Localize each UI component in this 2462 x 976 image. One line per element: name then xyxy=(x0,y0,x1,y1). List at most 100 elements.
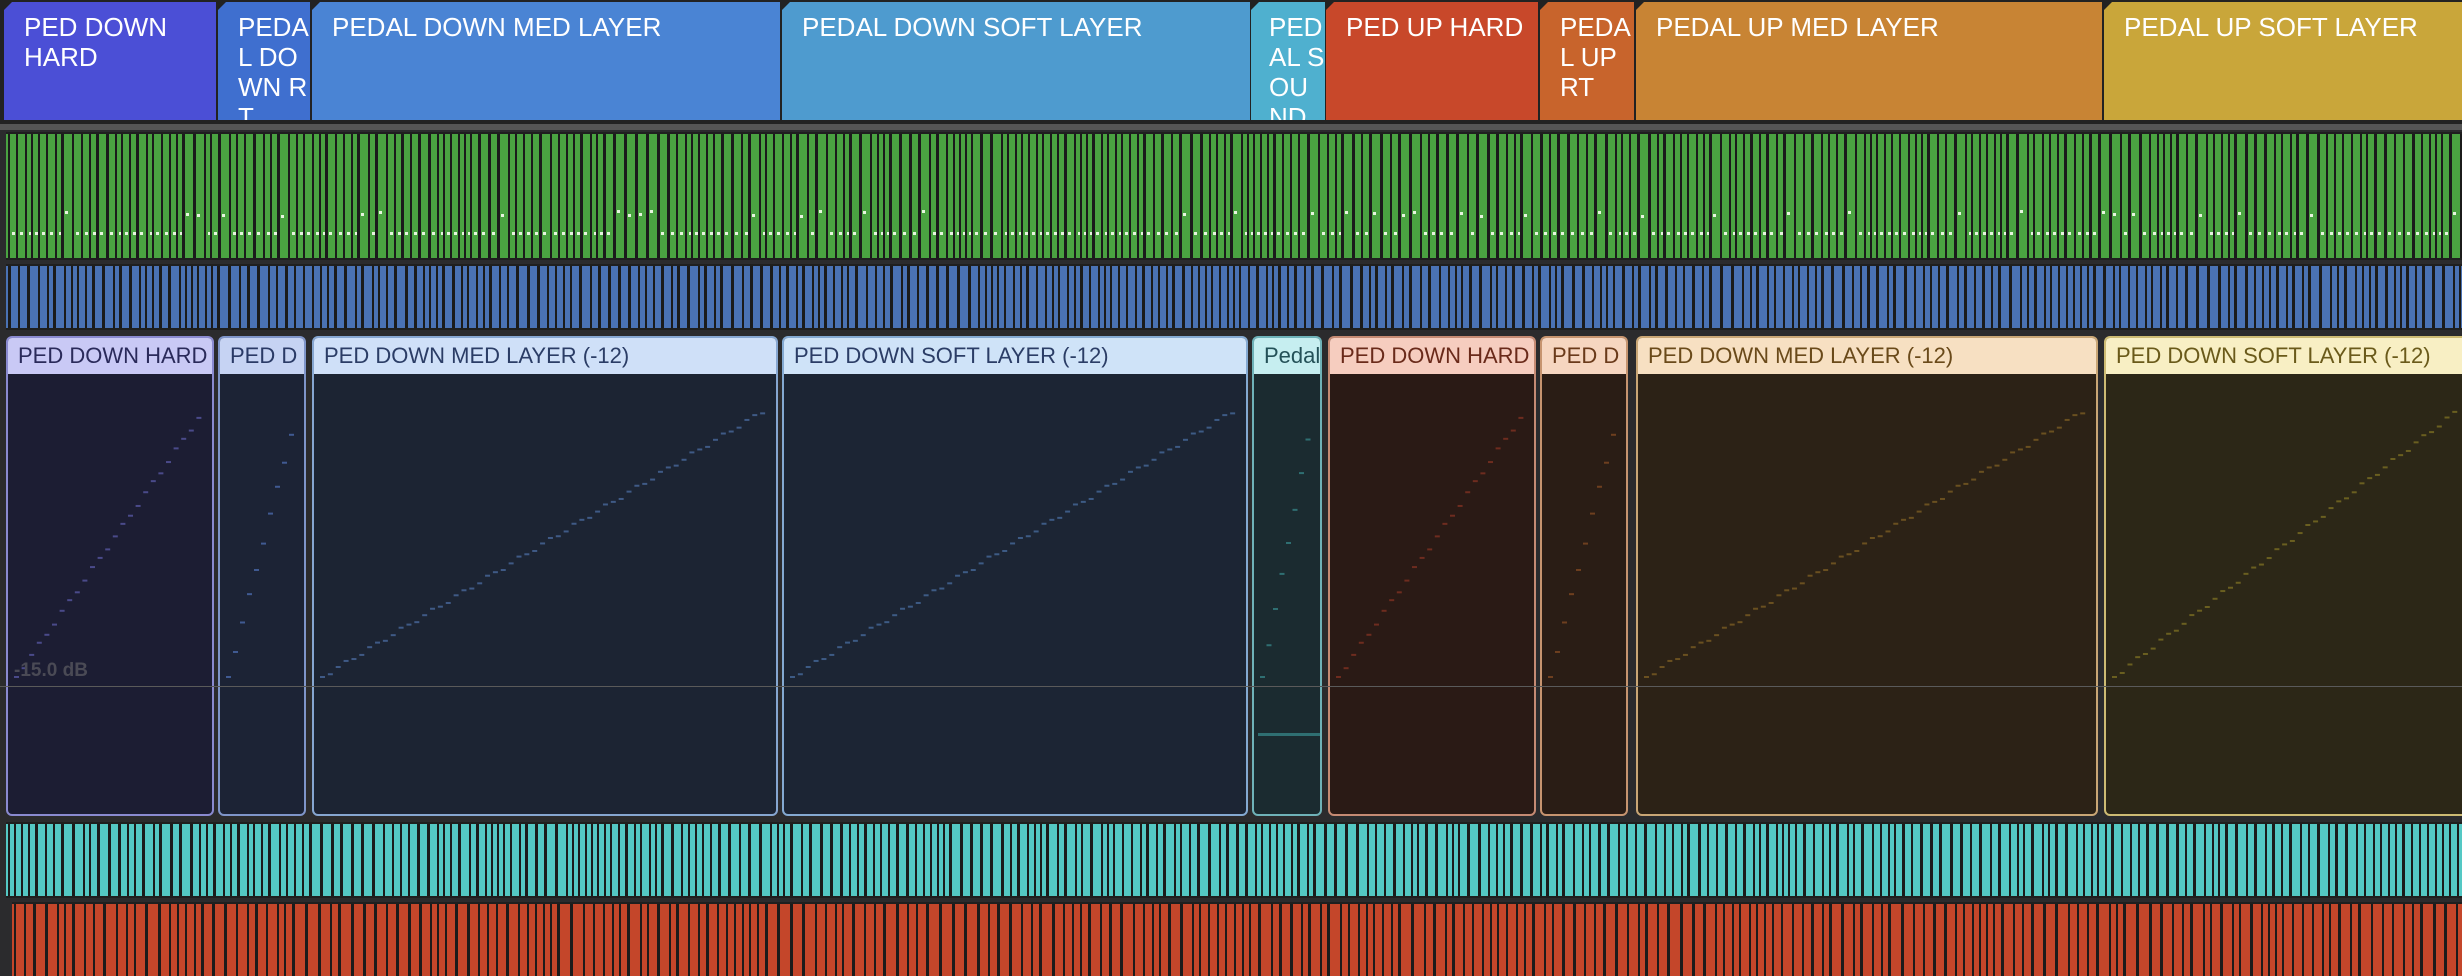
note-divider xyxy=(1260,134,1262,258)
note-divider xyxy=(1645,904,1648,976)
note-divider xyxy=(1582,266,1585,328)
audio-region-ped-down-med-layer-2[interactable]: PED DOWN MED LAYER (-12) xyxy=(1636,336,2098,816)
marker-pedal-up-rt[interactable]: PEDAL UP RT xyxy=(1540,2,1634,120)
note-divider xyxy=(268,824,271,896)
note-divider xyxy=(1171,134,1173,258)
waveform-sample xyxy=(602,503,608,506)
note-divider xyxy=(2232,904,2234,976)
note-divider xyxy=(2374,134,2377,258)
waveform-sample xyxy=(1924,503,1930,506)
note-divider xyxy=(244,134,246,258)
marker-ped-up-hard[interactable]: PED UP HARD xyxy=(1326,2,1538,120)
waveform-sample xyxy=(1222,414,1228,417)
waveform-sample xyxy=(1279,572,1285,575)
note-divider xyxy=(263,134,265,258)
note-divider xyxy=(1692,266,1695,328)
note-event xyxy=(2355,232,2358,235)
note-divider xyxy=(923,824,925,896)
midi-region-lane-red[interactable] xyxy=(12,902,2462,976)
note-divider xyxy=(1311,266,1314,328)
waveform-sample xyxy=(994,553,1000,556)
note-divider xyxy=(2239,904,2241,976)
note-divider xyxy=(949,824,952,896)
note-event xyxy=(2153,232,2156,235)
note-event xyxy=(100,232,103,235)
note-divider xyxy=(1402,266,1404,328)
waveform-sample xyxy=(1901,518,1907,521)
marker-pedal-up-soft-layer[interactable]: PEDAL UP SOFT LAYER xyxy=(2104,2,2462,120)
audio-region-ped-down-soft-layer[interactable]: PED DOWN SOFT LAYER (-12) xyxy=(782,336,1248,816)
note-divider xyxy=(2300,824,2302,896)
note-event xyxy=(639,213,642,216)
waveform-sample xyxy=(1266,644,1272,647)
audio-region-ped-down-soft-layer-2[interactable]: PED DOWN SOFT LAYER (-12) xyxy=(2104,336,2462,816)
note-divider xyxy=(126,904,128,976)
note-divider xyxy=(1864,134,1866,258)
waveform-sample xyxy=(884,621,890,624)
note-divider xyxy=(102,266,105,328)
note-divider xyxy=(205,266,207,328)
audio-region-ped-down-med-layer[interactable]: PED DOWN MED LAYER (-12) xyxy=(312,336,778,816)
audio-region-ped-d[interactable]: PED D xyxy=(218,336,306,816)
note-divider xyxy=(1657,904,1659,976)
note-divider xyxy=(1230,134,1233,258)
note-divider xyxy=(247,824,249,896)
midi-region-lane-blue[interactable] xyxy=(6,264,2462,330)
audio-region-ped-down-hard-2[interactable]: PED DOWN HARD xyxy=(1328,336,1536,816)
waveform-sample xyxy=(829,653,835,656)
note-divider xyxy=(959,134,961,258)
note-divider xyxy=(2246,824,2248,896)
note-divider xyxy=(1350,266,1353,328)
note-divider xyxy=(777,824,779,896)
audio-region-ped-down-hard[interactable]: PED DOWN HARD xyxy=(6,336,214,816)
note-divider xyxy=(2403,904,2405,976)
waveform-sample xyxy=(1698,641,1704,644)
note-divider xyxy=(1506,904,1508,976)
note-divider xyxy=(45,904,48,976)
audio-region-pedal[interactable]: Pedal xyxy=(1252,336,1322,816)
note-divider xyxy=(1986,904,1988,976)
note-divider xyxy=(442,266,445,328)
marker-ped-down-hard[interactable]: PED DOWN HARD xyxy=(4,2,216,120)
waveform-sample xyxy=(445,601,451,604)
marker-pedal-down-rt[interactable]: PEDAL DOWN RT xyxy=(218,2,310,120)
note-event xyxy=(2167,232,2170,235)
note-divider xyxy=(1702,266,1704,328)
note-divider xyxy=(1887,266,1889,328)
waveform-sample xyxy=(1419,556,1425,559)
note-divider xyxy=(646,134,649,258)
waveform-sample xyxy=(1080,500,1086,503)
note-divider xyxy=(1339,266,1342,328)
note-event xyxy=(1054,232,1057,235)
note-divider xyxy=(802,904,805,976)
marker-pedal-up-med-layer[interactable]: PEDAL UP MED LAYER xyxy=(1636,2,2102,120)
audio-region-ped-d-2[interactable]: PED D xyxy=(1540,336,1628,816)
midi-region-lane-cyan[interactable] xyxy=(6,822,2462,898)
note-divider xyxy=(1208,824,1211,896)
note-divider xyxy=(883,134,885,258)
note-divider xyxy=(191,266,193,328)
marker-pedal-sound[interactable]: PEDAL SOUND xyxy=(1251,2,1325,120)
note-event xyxy=(2330,232,2333,235)
note-divider xyxy=(1090,824,1093,896)
volume-automation-line[interactable] xyxy=(0,686,2462,687)
note-divider xyxy=(1100,904,1102,976)
note-event xyxy=(735,232,738,235)
waveform-sample xyxy=(805,666,811,669)
note-divider xyxy=(1735,824,1737,896)
note-divider xyxy=(1506,134,1508,258)
note-divider xyxy=(1930,266,1932,328)
note-divider xyxy=(603,134,606,258)
note-divider xyxy=(96,134,99,258)
note-divider xyxy=(676,904,679,976)
marker-pedal-down-soft-layer[interactable]: PEDAL DOWN SOFT LAYER xyxy=(782,2,1250,120)
marker-pedal-down-med-layer[interactable]: PEDAL DOWN MED LAYER xyxy=(312,2,780,120)
note-divider xyxy=(790,134,792,258)
waveform-sample xyxy=(689,451,695,454)
waveform-sample xyxy=(1503,437,1509,440)
note-divider xyxy=(2083,824,2085,896)
note-event xyxy=(2278,232,2281,235)
note-divider xyxy=(2435,824,2437,896)
midi-region-lane-green[interactable] xyxy=(6,132,2462,260)
waveform-sample xyxy=(705,445,711,448)
